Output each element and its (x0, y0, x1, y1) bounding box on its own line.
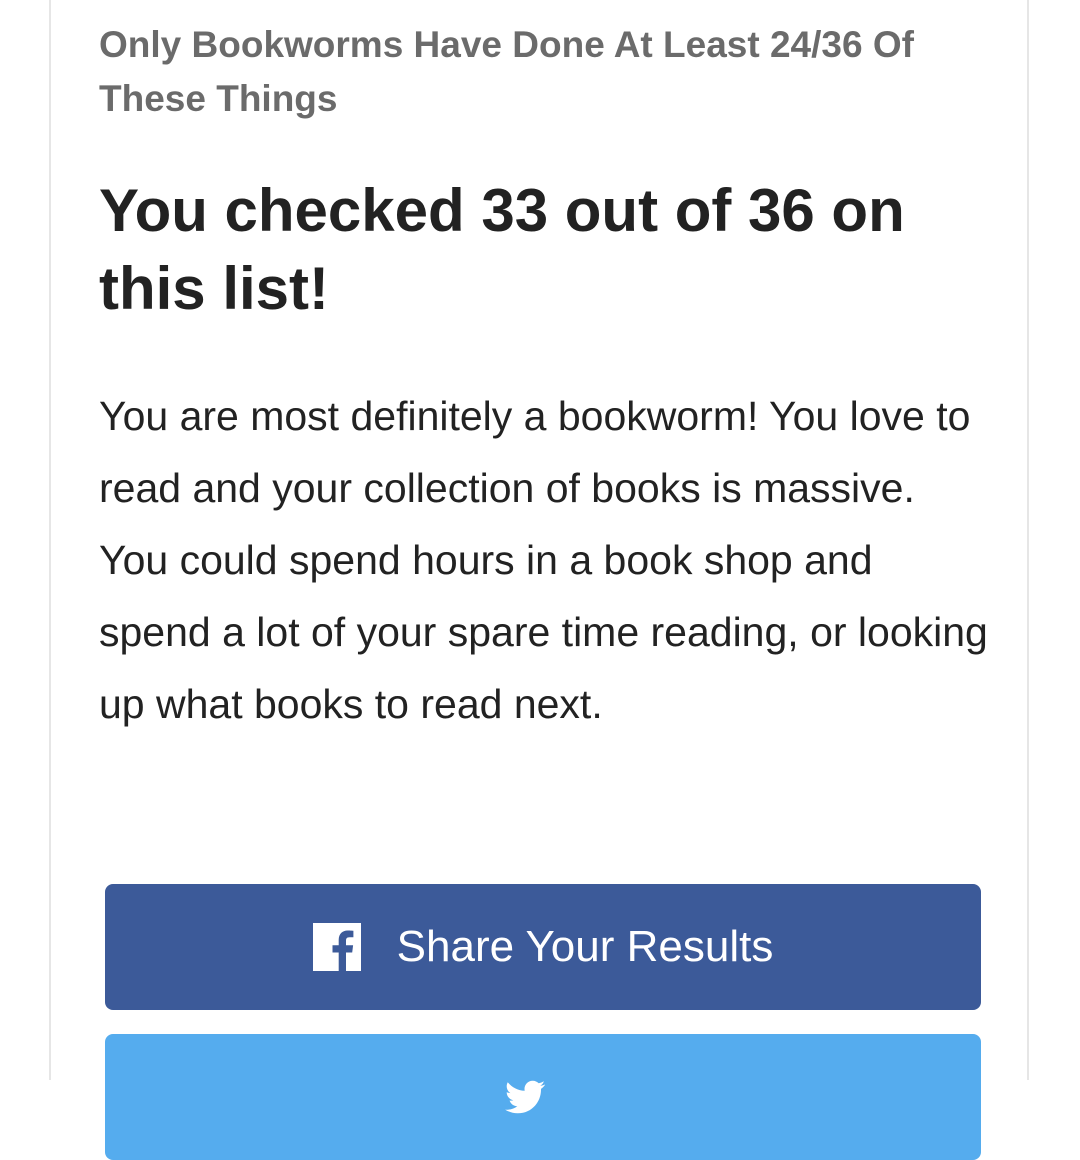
share-twitter-button[interactable] (105, 1034, 981, 1160)
facebook-icon (312, 923, 361, 971)
result-description: You are most definitely a bookworm! You … (99, 393, 988, 727)
share-facebook-label: Share Your Results (396, 922, 774, 971)
quiz-title: Only Bookworms Have Done At Least 24/36 … (99, 24, 914, 119)
twitter-icon (501, 1073, 549, 1121)
share-facebook-button[interactable]: Share Your Results (105, 884, 981, 1010)
result-heading: You checked 33 out of 36 on this list! (99, 177, 905, 322)
